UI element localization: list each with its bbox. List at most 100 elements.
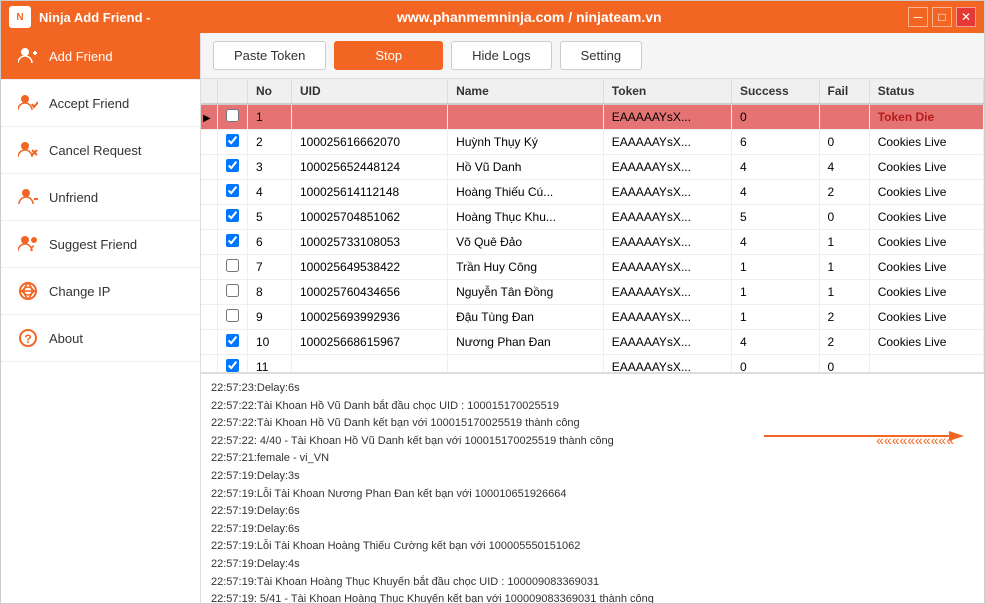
table-row[interactable]: 9100025693992936Đậu Tùng ĐanEAAAAAYsX...… — [201, 305, 984, 330]
table-row[interactable]: 3100025652448124Hồ Vũ DanhEAAAAAYsX...44… — [201, 155, 984, 180]
row-indicator — [201, 205, 218, 230]
sidebar-item-suggest-friend[interactable]: Suggest Friend — [1, 221, 200, 268]
table-cell: 5 — [731, 205, 819, 230]
sidebar-label-suggest-friend: Suggest Friend — [49, 237, 137, 252]
table-cell: Võ Quê Đảo — [448, 230, 604, 255]
sidebar-item-accept-friend[interactable]: Accept Friend — [1, 80, 200, 127]
table-cell: Cookies Live — [869, 305, 983, 330]
log-line: 22:57:19:Tài Khoan Hoàng Thục Khuyến bắt… — [211, 574, 974, 592]
table-cell — [448, 355, 604, 374]
table-cell: 7 — [248, 255, 292, 280]
log-line: 22:57:19:Delay:4s — [211, 556, 974, 574]
log-area: 22:57:23:Delay:6s22:57:22:Tài Khoan Hồ V… — [201, 373, 984, 603]
row-checkbox[interactable] — [226, 109, 239, 122]
table-cell: Cookies Live — [869, 130, 983, 155]
table-row[interactable]: 4100025614112148Hoàng Thiếu Cú...EAAAAAY… — [201, 180, 984, 205]
table-row[interactable]: 10100025668615967Nương Phan ĐanEAAAAAYsX… — [201, 330, 984, 355]
table-row[interactable]: 11EAAAAAYsX...00 — [201, 355, 984, 374]
content-area: Paste Token Stop Hide Logs Setting No UI… — [201, 33, 984, 603]
row-checkbox[interactable] — [226, 159, 239, 172]
table-cell: 1 — [731, 305, 819, 330]
table-cell — [819, 104, 869, 130]
table-cell: 9 — [248, 305, 292, 330]
row-checkbox[interactable] — [226, 134, 239, 147]
table-cell: 4 — [819, 155, 869, 180]
table-cell: EAAAAAYsX... — [603, 180, 731, 205]
table-cell: EAAAAAYsX... — [603, 280, 731, 305]
row-checkbox[interactable] — [226, 259, 239, 272]
row-checkbox-cell — [218, 230, 248, 255]
paste-token-button[interactable]: Paste Token — [213, 41, 326, 70]
col-uid: UID — [291, 79, 447, 104]
col-indicator — [201, 79, 218, 104]
hide-logs-button[interactable]: Hide Logs — [451, 41, 552, 70]
row-checkbox[interactable] — [226, 334, 239, 347]
sidebar-label-unfriend: Unfriend — [49, 190, 98, 205]
row-checkbox[interactable] — [226, 234, 239, 247]
table-cell: 4 — [731, 330, 819, 355]
table-cell: Cookies Live — [869, 255, 983, 280]
table-row[interactable]: ▶1EAAAAAYsX...0Token Die — [201, 104, 984, 130]
table-cell: Cookies Live — [869, 330, 983, 355]
table-cell: 2 — [819, 305, 869, 330]
log-line: 22:57:19:Delay:6s — [211, 503, 974, 521]
svg-text:?: ? — [24, 332, 31, 346]
setting-button[interactable]: Setting — [560, 41, 642, 70]
col-token: Token — [603, 79, 731, 104]
row-checkbox[interactable] — [226, 309, 239, 322]
cancel-request-icon — [17, 139, 39, 161]
row-checkbox[interactable] — [226, 209, 239, 222]
log-line: 22:57:19:Delay:6s — [211, 521, 974, 539]
data-table: No UID Name Token Success Fail Status ▶1… — [201, 79, 984, 373]
table-row[interactable]: 6100025733108053Võ Quê ĐảoEAAAAAYsX...41… — [201, 230, 984, 255]
sidebar-item-cancel-request[interactable]: Cancel Request — [1, 127, 200, 174]
minimize-button[interactable]: ─ — [908, 7, 928, 27]
table-cell: 4 — [731, 180, 819, 205]
row-indicator — [201, 355, 218, 374]
table-cell — [291, 355, 447, 374]
row-indicator — [201, 305, 218, 330]
table-cell: 100025652448124 — [291, 155, 447, 180]
sidebar-item-about[interactable]: ? About — [1, 315, 200, 362]
main-window: N Ninja Add Friend - www.phanmemninja.co… — [0, 0, 985, 604]
unfriend-icon — [17, 186, 39, 208]
table-cell: 0 — [819, 355, 869, 374]
table-cell: Nương Phan Đan — [448, 330, 604, 355]
maximize-button[interactable]: □ — [932, 7, 952, 27]
table-cell: 1 — [731, 280, 819, 305]
close-button[interactable]: ✕ — [956, 7, 976, 27]
table-cell: Cookies Live — [869, 180, 983, 205]
stop-button[interactable]: Stop — [334, 41, 443, 70]
log-line: 22:57:19:Lỗi Tài Khoan Nương Phan Đan kế… — [211, 486, 974, 504]
table-cell: EAAAAAYsX... — [603, 305, 731, 330]
table-row[interactable]: 8100025760434656Nguyễn Tân ĐồngEAAAAAYsX… — [201, 280, 984, 305]
log-line: 22:57:23:Delay:6s — [211, 380, 974, 398]
log-line: 22:57:19:Delay:3s — [211, 468, 974, 486]
table-row[interactable]: 2100025616662070Huỳnh Thụy KýEAAAAAYsX..… — [201, 130, 984, 155]
table-cell: 0 — [819, 205, 869, 230]
sidebar-label-about: About — [49, 331, 83, 346]
row-checkbox[interactable] — [226, 359, 239, 372]
log-line: 22:57:19:Lỗi Tài Khoan Hoàng Thiếu Cường… — [211, 538, 974, 556]
row-checkbox[interactable] — [226, 184, 239, 197]
table-row[interactable]: 7100025649538422Trần Huy CôngEAAAAAYsX..… — [201, 255, 984, 280]
table-cell: 100025733108053 — [291, 230, 447, 255]
row-checkbox-cell — [218, 155, 248, 180]
row-indicator — [201, 280, 218, 305]
sidebar-item-unfriend[interactable]: Unfriend — [1, 174, 200, 221]
table-cell: Hồ Vũ Danh — [448, 155, 604, 180]
sidebar-label-accept-friend: Accept Friend — [49, 96, 129, 111]
table-cell: 10 — [248, 330, 292, 355]
table-cell: EAAAAAYsX... — [603, 155, 731, 180]
row-checkbox-cell — [218, 205, 248, 230]
table-cell: EAAAAAYsX... — [603, 355, 731, 374]
col-no: No — [248, 79, 292, 104]
sidebar-item-add-friend[interactable]: Add Friend — [1, 33, 200, 80]
table-row[interactable]: 5100025704851062Hoàng Thục Khu...EAAAAAY… — [201, 205, 984, 230]
table-cell: 0 — [731, 104, 819, 130]
table-cell: Cookies Live — [869, 230, 983, 255]
row-indicator: ▶ — [201, 104, 218, 130]
col-name: Name — [448, 79, 604, 104]
sidebar-item-change-ip[interactable]: Change IP — [1, 268, 200, 315]
row-checkbox[interactable] — [226, 284, 239, 297]
